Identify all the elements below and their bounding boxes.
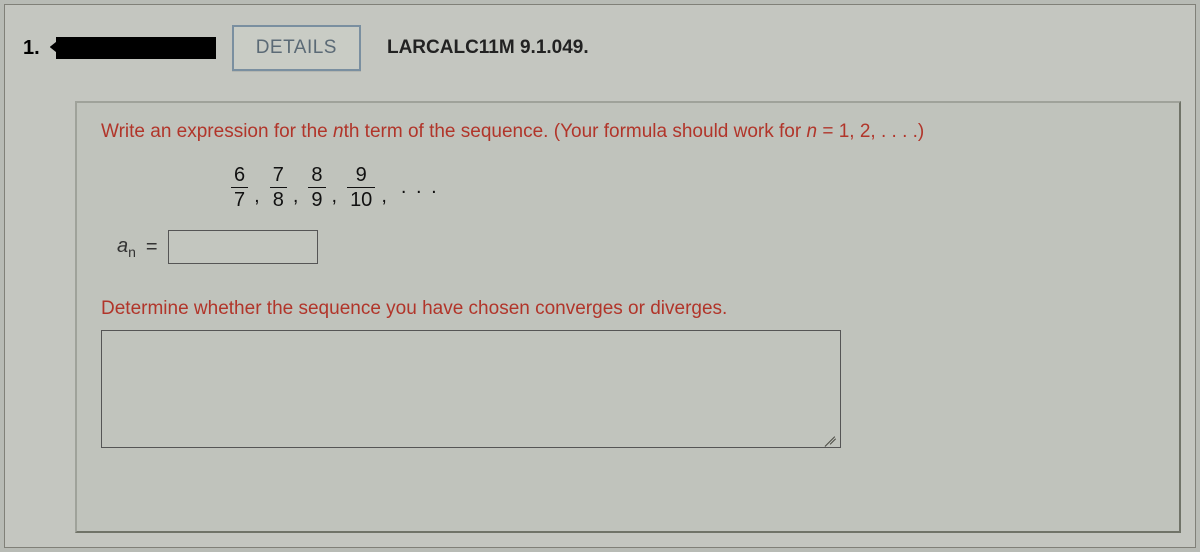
fraction-numerator: 7	[270, 165, 287, 187]
n-variable: n	[333, 121, 344, 142]
redacted-block	[56, 37, 216, 59]
n-variable: n	[806, 121, 817, 142]
label-a: a	[117, 235, 128, 257]
sequence-term: 9 10	[347, 165, 375, 210]
comma: ,	[332, 185, 338, 208]
sequence-term: 8 9	[308, 165, 325, 210]
question-number: 1.	[23, 37, 40, 60]
label-n-sub: n	[128, 244, 136, 260]
equals-sign: =	[146, 236, 158, 259]
comma: ,	[381, 185, 387, 208]
nth-term-prompt: Write an expression for the nth term of …	[101, 121, 1155, 143]
an-label: an	[117, 235, 136, 260]
fraction-numerator: 9	[353, 165, 370, 187]
sequence-term: 7 8	[270, 165, 287, 210]
prompt-text: Write an expression for the	[101, 121, 333, 142]
essay-wrapper	[101, 330, 1155, 453]
question-content: Write an expression for the nth term of …	[75, 101, 1181, 533]
nth-term-answer-row: an =	[117, 230, 1155, 264]
question-header: 1. DETAILS LARCALC11M 9.1.049.	[5, 5, 1195, 81]
fraction-denominator: 8	[270, 187, 287, 210]
question-frame: 1. DETAILS LARCALC11M 9.1.049. Write an …	[4, 4, 1196, 548]
prompt-text: th term of the sequence. (Your formula s…	[344, 121, 807, 142]
comma: ,	[254, 185, 260, 208]
comma: ,	[293, 185, 299, 208]
sequence-term: 6 7	[231, 165, 248, 210]
problem-code: LARCALC11M 9.1.049.	[387, 37, 589, 59]
converge-answer-input[interactable]	[101, 330, 841, 448]
prompt-text: = 1, 2, . . . .)	[817, 121, 924, 142]
ellipsis: . . .	[401, 176, 439, 199]
nth-term-input[interactable]	[168, 230, 318, 264]
details-button[interactable]: DETAILS	[232, 25, 361, 71]
converge-prompt: Determine whether the sequence you have …	[101, 298, 1155, 320]
fraction-numerator: 8	[308, 165, 325, 187]
fraction-numerator: 6	[231, 165, 248, 187]
fraction-denominator: 7	[231, 187, 248, 210]
fraction-denominator: 10	[347, 187, 375, 210]
fraction-denominator: 9	[308, 187, 325, 210]
sequence-display: 6 7 , 7 8 , 8 9 , 9 10 , . . .	[231, 165, 1155, 210]
